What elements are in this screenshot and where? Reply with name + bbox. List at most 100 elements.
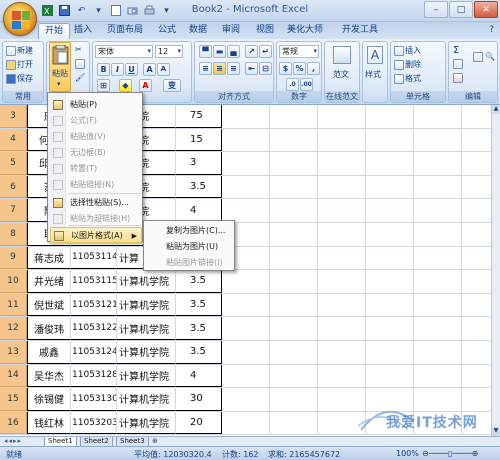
empty-cell[interactable]: [462, 175, 492, 199]
empty-cell[interactable]: [222, 270, 270, 293]
sheet-nav-icon[interactable]: ◂◂▸▸: [4, 437, 22, 445]
empty-cell[interactable]: [318, 128, 366, 152]
empty-cell[interactable]: [318, 199, 366, 222]
open-button[interactable]: 打开: [6, 59, 33, 70]
copy-icon[interactable]: [75, 59, 85, 69]
empty-cell[interactable]: [366, 199, 414, 222]
empty-cell[interactable]: [414, 199, 462, 222]
row-header[interactable]: 3: [0, 105, 27, 128]
id-cell[interactable]: 11053124: [71, 341, 117, 364]
wrap-text-icon[interactable]: ↵: [259, 45, 272, 58]
empty-cell[interactable]: [270, 364, 318, 388]
empty-cell[interactable]: [366, 128, 414, 152]
college-cell[interactable]: 计算机学院: [117, 270, 176, 293]
score-cell[interactable]: 4: [176, 364, 222, 388]
name-cell[interactable]: 吴华杰: [27, 364, 71, 388]
empty-cell[interactable]: [414, 223, 462, 246]
row-header[interactable]: 5: [0, 152, 27, 175]
paste-menu-item[interactable]: 粘贴(P): [50, 97, 142, 113]
empty-cell[interactable]: [270, 341, 318, 364]
empty-cell[interactable]: [414, 175, 462, 199]
empty-cell[interactable]: [366, 341, 414, 364]
empty-cell[interactable]: [270, 128, 318, 152]
empty-cell[interactable]: [270, 293, 318, 317]
empty-cell[interactable]: [318, 270, 366, 293]
row-header[interactable]: 7: [0, 199, 27, 222]
sort-filter-icon[interactable]: [473, 52, 483, 62]
empty-cell[interactable]: [318, 317, 366, 340]
score-cell[interactable]: 20: [176, 411, 222, 435]
empty-cell[interactable]: [270, 199, 318, 222]
empty-cell[interactable]: [414, 246, 462, 270]
font-color-button[interactable]: A: [139, 79, 152, 92]
print-icon[interactable]: [142, 3, 157, 18]
bold-button[interactable]: B: [97, 63, 110, 76]
submenu-item[interactable]: 复制为图片(C)...: [146, 223, 234, 239]
row-header[interactable]: 12: [0, 317, 27, 340]
college-cell[interactable]: 计算机学院: [117, 317, 176, 340]
empty-cell[interactable]: [462, 152, 492, 175]
name-cell[interactable]: 蒋志成: [27, 246, 71, 270]
id-cell[interactable]: 11053114: [71, 246, 117, 270]
currency-icon[interactable]: $: [279, 62, 292, 75]
paste-menu-item[interactable]: 选择性粘贴(S)...: [50, 195, 142, 211]
empty-cell[interactable]: [414, 364, 462, 388]
orientation-icon[interactable]: ↗: [245, 45, 258, 58]
tab-beautify[interactable]: 美化大师: [281, 23, 329, 39]
college-cell[interactable]: 计算机学院: [117, 388, 176, 411]
row-header[interactable]: 11: [0, 293, 27, 317]
zoom-slider[interactable]: ⊖────▯────⊕: [422, 449, 478, 458]
tab-developer[interactable]: 开发工具: [336, 23, 384, 39]
empty-cell[interactable]: [462, 388, 492, 411]
name-cell[interactable]: 倪世斌: [27, 293, 71, 317]
empty-cell[interactable]: [462, 199, 492, 222]
template-icon[interactable]: [333, 46, 351, 64]
empty-cell[interactable]: [462, 364, 492, 388]
empty-cell[interactable]: [414, 317, 462, 340]
empty-cell[interactable]: [270, 175, 318, 199]
empty-cell[interactable]: [462, 317, 492, 340]
college-cell[interactable]: 计算机学院: [117, 293, 176, 317]
tab-data[interactable]: 数据: [183, 23, 213, 39]
empty-cell[interactable]: [462, 128, 492, 152]
close-button[interactable]: ✕: [474, 1, 498, 18]
empty-cell[interactable]: [318, 175, 366, 199]
name-cell[interactable]: 戚鑫: [27, 341, 71, 364]
empty-cell[interactable]: [222, 175, 270, 199]
empty-cell[interactable]: [270, 152, 318, 175]
empty-cell[interactable]: [270, 270, 318, 293]
row-header[interactable]: 6: [0, 175, 27, 199]
italic-button[interactable]: I: [111, 63, 124, 76]
empty-cell[interactable]: [270, 388, 318, 411]
empty-cell[interactable]: [462, 105, 492, 128]
insert-cells-button[interactable]: 插入: [394, 45, 421, 56]
autosum-button[interactable]: Σ: [453, 45, 459, 56]
font-size-dropdown[interactable]: 12: [155, 45, 183, 58]
empty-cell[interactable]: [414, 293, 462, 317]
empty-cell[interactable]: [318, 223, 366, 246]
empty-cell[interactable]: [366, 152, 414, 175]
empty-cell[interactable]: [414, 152, 462, 175]
score-cell[interactable]: 3: [176, 152, 222, 175]
empty-cell[interactable]: [414, 388, 462, 411]
number-format-dropdown[interactable]: 常规: [279, 45, 319, 58]
empty-cell[interactable]: [222, 364, 270, 388]
empty-cell[interactable]: [414, 411, 462, 435]
format-painter-icon[interactable]: 🖌: [75, 73, 85, 82]
empty-cell[interactable]: [222, 199, 270, 222]
align-center-icon[interactable]: ≡: [213, 62, 226, 75]
score-cell[interactable]: 3.5: [176, 175, 222, 199]
vertical-scrollbar[interactable]: ▲ ▼: [491, 105, 500, 436]
name-cell[interactable]: 钱红林: [27, 411, 71, 435]
tab-insert[interactable]: 插入: [68, 23, 98, 39]
submenu-item[interactable]: 粘贴为图片(U): [146, 239, 234, 255]
paste-button[interactable]: 粘贴 ▾: [49, 42, 71, 92]
empty-cell[interactable]: [366, 105, 414, 128]
paste-menu-item[interactable]: 以图片格式(A) ▶: [50, 227, 142, 243]
empty-cell[interactable]: [270, 246, 318, 270]
delete-cells-button[interactable]: 删除: [394, 59, 421, 70]
template-button[interactable]: 范文: [333, 69, 349, 80]
empty-cell[interactable]: [462, 341, 492, 364]
decrease-decimal-icon[interactable]: .00: [300, 78, 313, 91]
save-icon[interactable]: [57, 3, 72, 18]
